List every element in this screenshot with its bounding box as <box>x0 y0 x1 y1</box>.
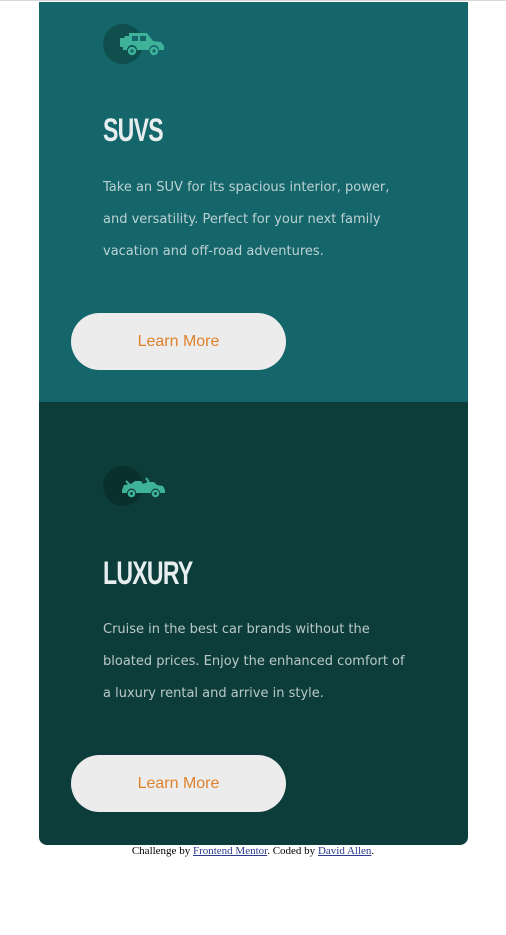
author-link[interactable]: David Allen <box>318 845 371 857</box>
card-title: LUXURY <box>103 555 193 591</box>
attribution-suffix: . <box>371 845 375 857</box>
learn-more-button[interactable]: Learn More <box>71 313 286 370</box>
suv-icon-wrap <box>103 24 173 64</box>
suv-car-icon <box>120 33 164 56</box>
luxury-icon-wrap <box>103 466 173 506</box>
attribution-footer: Challenge by Frontend Mentor. Coded by D… <box>0 844 506 858</box>
card-suvs: SUVS Take an SUV for its spacious interi… <box>39 2 468 402</box>
luxury-car-icon <box>122 477 165 498</box>
attribution-middle: . Coded by <box>267 845 318 857</box>
card-title: SUVS <box>103 112 164 148</box>
frontend-mentor-link[interactable]: Frontend Mentor <box>193 845 267 857</box>
card-luxury: LUXURY Cruise in the best car brands wit… <box>39 402 468 845</box>
learn-more-button[interactable]: Learn More <box>71 755 286 812</box>
car-cards: SUVS Take an SUV for its spacious interi… <box>39 2 468 845</box>
card-description: Cruise in the best car brands without th… <box>103 622 405 701</box>
card-description: Take an SUV for its spacious interior, p… <box>103 180 390 259</box>
attribution-prefix: Challenge by <box>131 845 193 857</box>
top-border <box>0 0 506 1</box>
